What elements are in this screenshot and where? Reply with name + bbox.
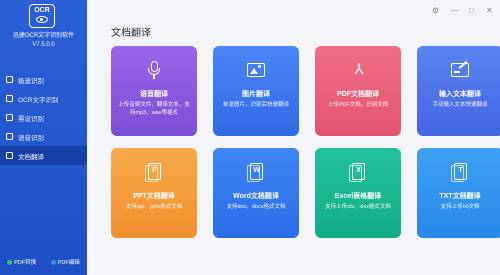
settings-icon[interactable]: ⚙ [432,6,439,15]
minimize-button[interactable]: — [451,6,459,15]
word-icon: W [247,163,265,182]
scan-icon [6,95,13,102]
txt-icon: T [451,163,469,182]
card-desc: 支持doc、docx格式文档 [226,204,286,210]
excel-icon: X [349,163,367,182]
card-title: 语音翻译 [140,91,168,98]
pdf-icon: ⅄ [354,61,364,78]
ticket-icon [6,114,13,121]
pdf-edit-link[interactable]: PDF编辑 [50,258,80,266]
card-title: Excel表格翻译 [334,193,382,200]
card-desc: 支持ppt、pptx格式文档 [125,204,183,210]
pdf-edit-icon [50,260,56,266]
translate-icon [6,152,13,159]
sidebar-item-label: 票证识别 [18,115,44,123]
sidebar-item-label: OCR文字识别 [18,96,59,104]
card-txt-translate[interactable]: T TXT文档翻译 支持上传txt文档 [417,148,500,238]
app-version: V7.5.0.0 [32,42,55,48]
card-title: 输入文本翻译 [439,91,481,98]
microphone-icon [145,61,163,79]
pdf-convert-link[interactable]: PDF转换 [7,258,36,266]
card-desc: 支持上传xls、xlsx格式文档 [325,204,391,210]
sidebar-nav: 极速识别 OCR文字识别 票证识别 语音识别 文档翻译 [0,70,87,165]
card-desc: 上传PDF文档，识别文档 [327,102,389,108]
sidebar-item-label: 语音识别 [18,134,44,142]
sidebar: OCR 迅捷OCR文字识别软件 V7.5.0.0 极速识别 OCR文字识别 票证… [0,0,87,275]
close-button[interactable]: ✕ [486,6,493,15]
eye-icon [36,16,48,23]
card-pdf-translate[interactable]: ⅄ PDF文档翻译 上传PDF文档，识别文档 [315,46,401,136]
image-icon [247,61,265,79]
card-desc: 手动输入文本快速翻译 [432,102,488,108]
card-image-translate[interactable]: 图片翻译 单张图片，识别后快速翻译 [213,46,299,136]
sidebar-item-ocr[interactable]: OCR文字识别 [0,89,87,108]
app-name: 迅捷OCR文字识别软件 [12,33,75,39]
logo-text: OCR [34,7,50,14]
card-desc: 支持上传txt文档 [440,204,480,210]
sidebar-item-voice[interactable]: 语音识别 [0,127,87,146]
card-title: Word文档翻译 [233,193,279,200]
sidebar-item-doc-translate[interactable]: 文档翻译 [0,146,87,165]
sidebar-item-label: 极速识别 [18,77,44,85]
card-ppt-translate[interactable]: P PPT文档翻译 支持ppt、pptx格式文档 [111,148,197,238]
lightning-icon [6,76,13,83]
sidebar-item-fast-recognition[interactable]: 极速识别 [0,70,87,89]
sidebar-item-label: 文档翻译 [18,153,44,161]
page-title: 文档翻译 [111,28,151,39]
card-title: PDF文档翻译 [337,91,379,98]
sidebar-item-ticket[interactable]: 票证识别 [0,108,87,127]
sidebar-footer: PDF转换 PDF编辑 [0,258,87,266]
card-desc: 上传音频文件，翻译文本，支持mp3、wav等格式 [118,102,190,116]
card-title: TXT文档翻译 [439,193,481,200]
card-title: PPT文档翻译 [133,193,175,200]
card-title: 图片翻译 [242,91,270,98]
voice-icon [6,133,13,140]
maximize-button[interactable]: □ [469,6,474,15]
card-text-translate[interactable]: 输入文本翻译 手动输入文本快速翻译 [417,46,500,136]
card-excel-translate[interactable]: X Excel表格翻译 支持上传xls、xlsx格式文档 [315,148,401,238]
card-voice-translate[interactable]: 语音翻译 上传音频文件，翻译文本，支持mp3、wav等格式 [111,46,197,136]
app-logo-icon: OCR [29,4,55,28]
edit-text-icon [451,61,469,79]
card-desc: 单张图片，识别后快速翻译 [222,102,289,108]
card-word-translate[interactable]: W Word文档翻译 支持doc、docx格式文档 [213,148,299,238]
pdf-convert-icon [7,260,13,266]
ppt-icon: P [145,163,163,182]
